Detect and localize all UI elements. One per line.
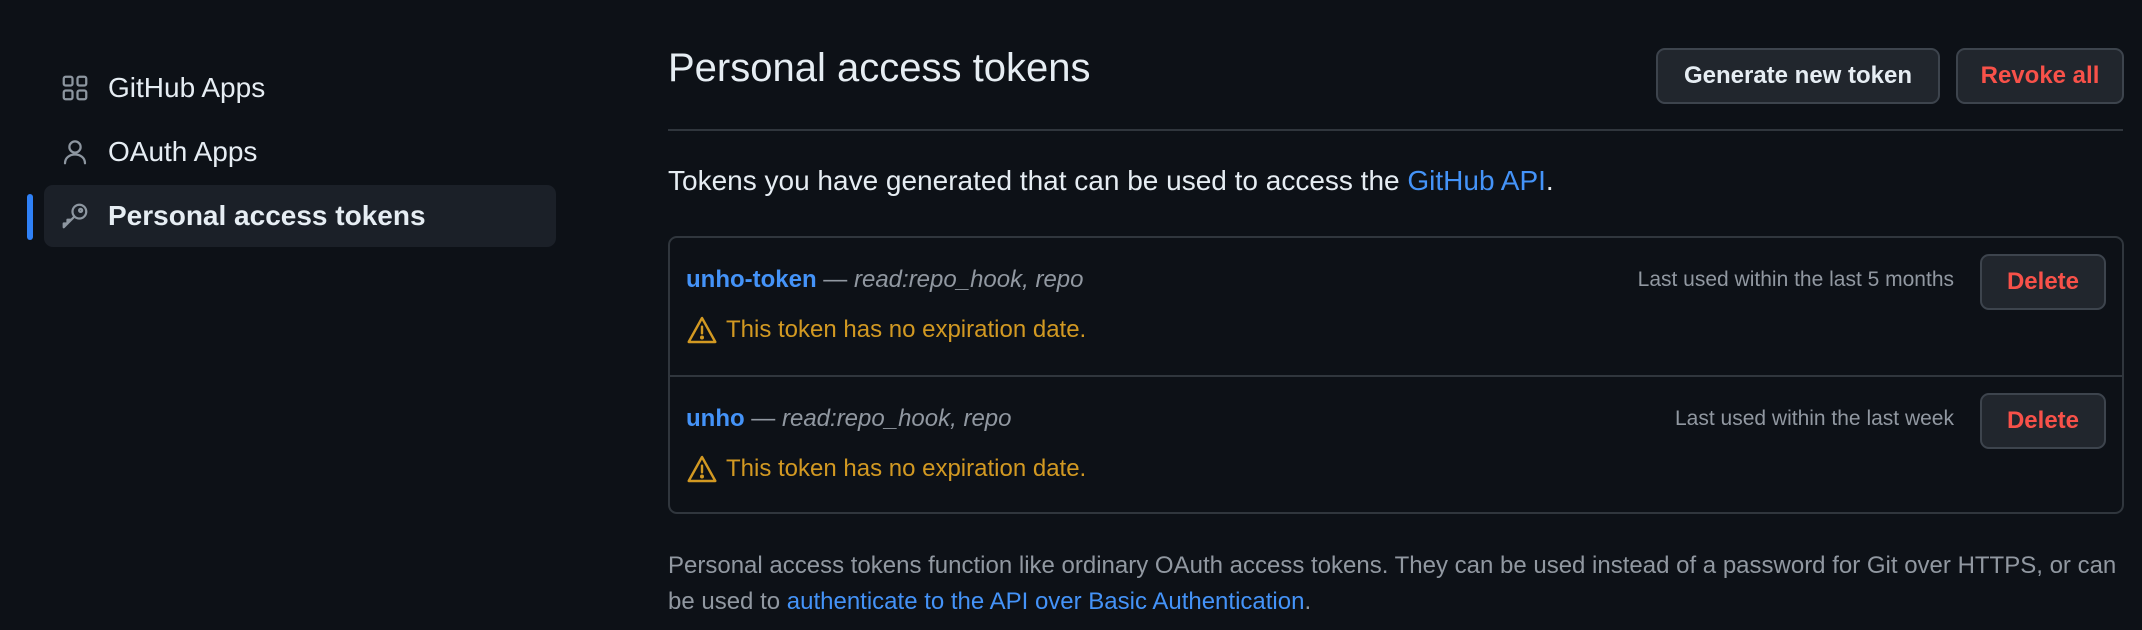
page-header: Personal access tokens Generate new toke…: [668, 0, 2124, 131]
token-header: unho-token — read:repo_hook, repo: [686, 266, 1083, 294]
footer-note-suffix: .: [1304, 588, 1312, 615]
sidebar-item-label: GitHub Apps: [108, 72, 266, 103]
apps-grid-icon: [60, 73, 90, 103]
token-name-link[interactable]: unho-token: [686, 266, 817, 293]
basic-auth-link[interactable]: authenticate to the API over Basic Authe…: [787, 588, 1305, 615]
sidebar-item-label: Personal access tokens: [108, 200, 426, 231]
main-content: Personal access tokens Generate new toke…: [668, 0, 2124, 615]
token-header: unho — read:repo_hook, repo: [686, 405, 1011, 433]
settings-sidebar: GitHub Apps OAuth Apps Personal access t: [27, 57, 556, 249]
delete-token-button[interactable]: Delete: [1980, 393, 2106, 449]
token-row: unho-token — read:repo_hook, repo This t…: [670, 238, 2122, 375]
token-last-used: Last used within the last 5 months: [1637, 268, 1954, 291]
intro-text-body: Tokens you have generated that can be us…: [668, 165, 1408, 196]
alert-triangle-icon: [686, 453, 718, 485]
page-title: Personal access tokens: [668, 46, 1091, 90]
sidebar-item-label: OAuth Apps: [108, 136, 258, 167]
token-separator: —: [744, 405, 782, 432]
generate-new-token-button[interactable]: Generate new token: [1656, 48, 1940, 104]
settings-page: GitHub Apps OAuth Apps Personal access t: [0, 0, 2142, 630]
token-name-link[interactable]: unho: [686, 405, 745, 432]
alert-triangle-icon: [686, 314, 718, 346]
revoke-all-button[interactable]: Revoke all: [1956, 48, 2124, 104]
token-scopes: read:repo_hook, repo: [781, 405, 1012, 432]
footer-note: Personal access tokens function like ord…: [668, 548, 2128, 620]
token-expiration-warning: This token has no expiration date.: [686, 314, 1086, 346]
token-row: unho — read:repo_hook, repo This token h…: [670, 375, 2122, 512]
github-api-link[interactable]: GitHub API: [1407, 165, 1546, 196]
intro-text-suffix: .: [1545, 165, 1554, 196]
token-list: unho-token — read:repo_hook, repo This t…: [668, 236, 2124, 514]
token-warning-text: This token has no expiration date.: [726, 455, 1087, 482]
token-separator: —: [816, 266, 854, 293]
token-last-used: Last used within the last week: [1675, 407, 1954, 430]
intro-text: Tokens you have generated that can be us…: [668, 165, 1554, 197]
token-expiration-warning: This token has no expiration date.: [686, 453, 1086, 485]
delete-token-button[interactable]: Delete: [1980, 254, 2106, 310]
sidebar-item-github-apps[interactable]: GitHub Apps: [44, 57, 556, 119]
sidebar-item-oauth-apps[interactable]: OAuth Apps: [44, 121, 556, 183]
active-indicator: [27, 194, 33, 240]
token-warning-text: This token has no expiration date.: [726, 316, 1087, 343]
key-icon: [60, 201, 90, 231]
sidebar-item-personal-access-tokens[interactable]: Personal access tokens: [27, 185, 556, 247]
person-icon: [60, 137, 90, 167]
token-scopes: read:repo_hook, repo: [853, 266, 1084, 293]
